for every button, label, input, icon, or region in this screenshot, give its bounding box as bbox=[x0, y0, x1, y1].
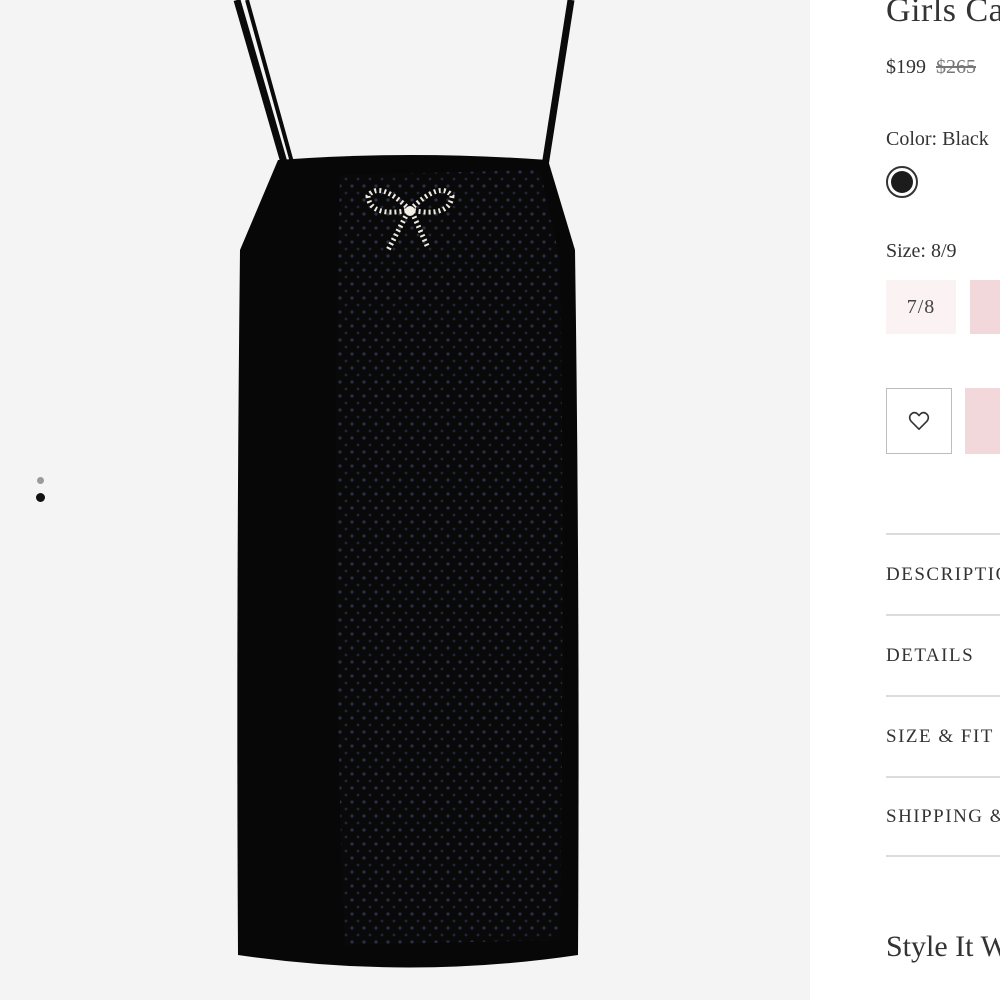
size-label: Size: 8/9 bbox=[886, 240, 957, 262]
size-option-8-9-selected[interactable]: 8 bbox=[970, 280, 1000, 334]
accordion-details[interactable]: DETAILS bbox=[886, 614, 1000, 695]
product-image[interactable] bbox=[220, 0, 590, 1000]
style-it-heading: Style It W bbox=[886, 930, 1000, 963]
accordion-label: SIZE & FIT bbox=[886, 725, 994, 747]
product-gallery bbox=[0, 0, 810, 1000]
color-swatch-black[interactable] bbox=[886, 166, 918, 198]
accordion-label: SHIPPING & bbox=[886, 805, 1000, 827]
heart-icon bbox=[908, 411, 930, 430]
price-row: $199 $265 bbox=[886, 56, 976, 79]
gallery-dot-2-active[interactable] bbox=[36, 493, 45, 502]
original-price: $265 bbox=[936, 56, 976, 78]
size-option-7-8[interactable]: 7/8 bbox=[886, 280, 956, 334]
product-title: Girls Ca bbox=[886, 0, 1000, 29]
add-to-bag-button[interactable] bbox=[965, 388, 1000, 454]
accordion-label: DESCRIPTIO bbox=[886, 563, 1000, 585]
wishlist-button[interactable] bbox=[886, 388, 952, 454]
sale-price: $199 bbox=[886, 56, 926, 78]
gallery-dot-1[interactable] bbox=[37, 477, 44, 484]
product-info-panel: Girls Ca $199 $265 Color: Black Size: 8/9… bbox=[886, 0, 1000, 1000]
accordion-size-fit[interactable]: SIZE & FIT bbox=[886, 695, 1000, 776]
accordion-description[interactable]: DESCRIPTIO bbox=[886, 533, 1000, 614]
gallery-pagination bbox=[36, 477, 45, 502]
accordion-shipping[interactable]: SHIPPING & bbox=[886, 776, 1000, 857]
color-label: Color: Black bbox=[886, 128, 989, 150]
product-accordion: DESCRIPTIO DETAILS SIZE & FIT SHIPPING & bbox=[886, 533, 1000, 857]
accordion-label: DETAILS bbox=[886, 644, 975, 666]
